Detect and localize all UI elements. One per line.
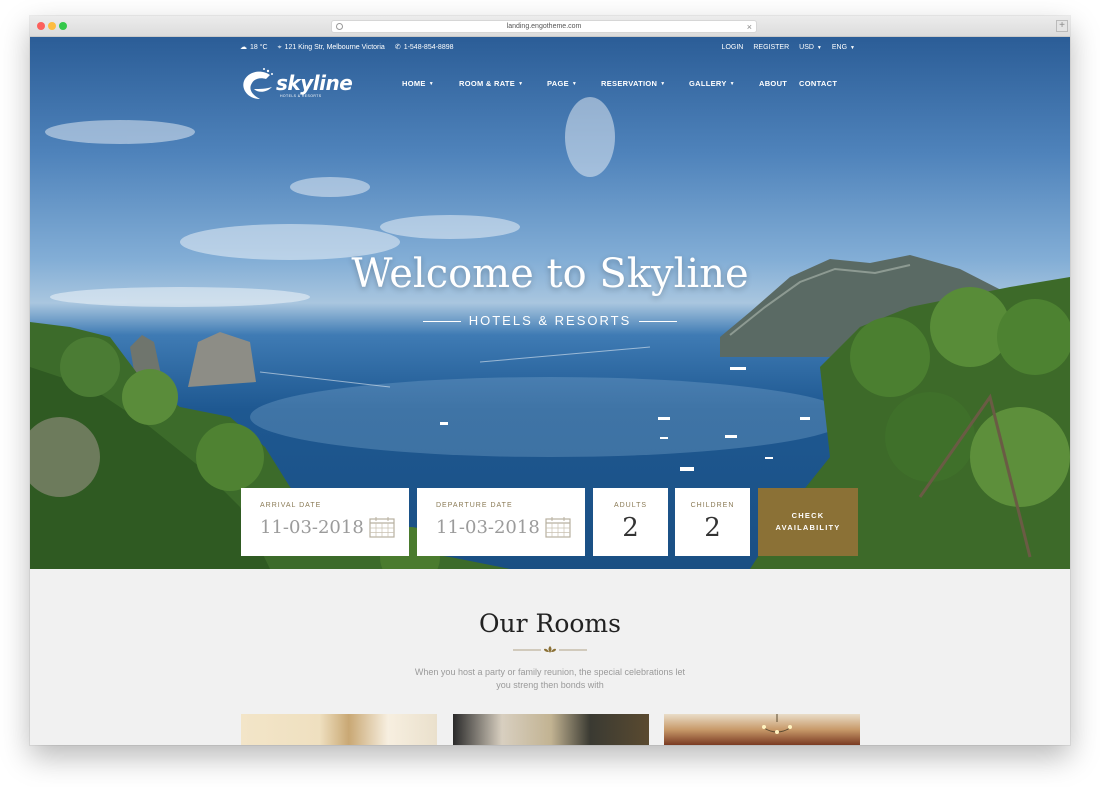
- divider-line: [422, 321, 461, 323]
- clear-url-icon[interactable]: ×: [747, 21, 752, 33]
- nav-about[interactable]: ABOUT: [759, 77, 799, 91]
- weather-info: ☁ 18 °C: [240, 41, 268, 55]
- login-link[interactable]: LOGIN: [722, 41, 744, 55]
- room-thumbnail[interactable]: [664, 714, 860, 745]
- top-info-bar: ☁ 18 °C ⌖ 121 King Str, Melbourne Victor…: [240, 41, 855, 55]
- our-rooms-section: Our Rooms When you host a party or famil…: [30, 569, 1070, 745]
- chevron-down-icon: ▼: [816, 45, 822, 51]
- room-thumbnail[interactable]: [453, 714, 649, 745]
- hero-subtitle: HOTELS & RESORTS: [30, 313, 1070, 328]
- nav-reservation-label: RESERVATION: [601, 79, 658, 88]
- nav-page-label: PAGE: [547, 79, 569, 88]
- main-nav: HOME ▼ ROOM & RATE ▼ PAGE ▼ RESERVATION ▼ GA…: [402, 77, 849, 91]
- adults-selector[interactable]: ADULTS 2: [593, 488, 668, 556]
- section-title: Our Rooms: [479, 609, 621, 638]
- brand-tagline: HOTELS & RESORTS: [280, 94, 322, 98]
- browser-toolbar: landing.engotheme.com × +: [30, 16, 1070, 37]
- hero-section: ☁ 18 °C ⌖ 121 King Str, Melbourne Victor…: [30, 37, 1070, 569]
- minimize-window-button[interactable]: [48, 22, 56, 30]
- skyline-logo-icon: [243, 68, 273, 99]
- room-thumbnail[interactable]: [241, 714, 437, 745]
- register-link[interactable]: REGISTER: [753, 41, 789, 55]
- new-tab-button[interactable]: +: [1056, 20, 1068, 32]
- departure-date-label: DEPARTURE DATE: [436, 502, 513, 509]
- location-pin-icon: ⌖: [277, 44, 282, 51]
- nav-contact[interactable]: CONTACT: [799, 77, 849, 91]
- section-description: When you host a party or family reunion,…: [400, 666, 700, 692]
- language-label: ENG: [831, 44, 848, 51]
- nav-page[interactable]: PAGE ▼: [547, 77, 601, 91]
- children-label: CHILDREN: [690, 502, 735, 509]
- nav-home[interactable]: HOME ▼: [402, 77, 459, 91]
- address-bar-url: landing.engotheme.com: [506, 23, 582, 30]
- fleur-ornament-icon: [513, 646, 587, 653]
- chevron-down-icon: ▼: [660, 81, 666, 87]
- section-description-line2: you streng then bonds with: [496, 680, 604, 690]
- browser-window: landing.engotheme.com × + ☁ 18 °C ⌖ 121 …: [30, 16, 1070, 745]
- chevron-down-icon: ▼: [571, 81, 578, 87]
- close-window-button[interactable]: [37, 22, 45, 30]
- hero-title: Welcome to Skyline: [351, 251, 749, 297]
- arrival-date-label: ARRIVAL DATE: [260, 502, 322, 509]
- nav-home-label: HOME: [402, 79, 426, 88]
- chevron-down-icon: ▼: [850, 45, 855, 51]
- adults-value: 2: [622, 513, 639, 543]
- brand-name: skyline: [276, 71, 353, 95]
- cloud-icon: ☁: [240, 44, 247, 51]
- phone-icon: ✆: [394, 44, 401, 51]
- phone-info[interactable]: ✆ 1-548-854-8898: [395, 41, 454, 55]
- nav-reservation[interactable]: RESERVATION ▼: [601, 77, 689, 91]
- address-bar[interactable]: landing.engotheme.com ×: [331, 20, 757, 33]
- check-availability-line1: CHECK: [791, 511, 825, 520]
- site-info-icon[interactable]: [336, 23, 343, 30]
- language-dropdown[interactable]: ENG ▼: [832, 41, 855, 55]
- nav-room-rate[interactable]: ROOM & RATE ▼: [459, 77, 547, 91]
- adults-label: ADULTS: [613, 502, 648, 509]
- address-text: 121 King Str, Melbourne Victoria: [284, 44, 385, 51]
- weather-text: 18 °C: [250, 44, 268, 51]
- chevron-down-icon: ▼: [428, 81, 434, 87]
- nav-room-rate-label: ROOM & RATE: [459, 79, 516, 88]
- section-description-line1: When you host a party or family reunion,…: [414, 667, 686, 677]
- calendar-icon[interactable]: [369, 516, 395, 538]
- site-logo[interactable]: skyline HOTELS & RESORTS: [240, 67, 353, 101]
- chevron-down-icon: ▼: [729, 81, 735, 87]
- nav-gallery-label: GALLERY: [689, 79, 727, 88]
- children-value: 2: [704, 513, 721, 543]
- chevron-down-icon: ▼: [518, 81, 524, 87]
- arrival-date-field[interactable]: ARRIVAL DATE 11-03-2018: [241, 488, 409, 556]
- address-info: ⌖ 121 King Str, Melbourne Victoria: [278, 41, 385, 55]
- departure-date-field[interactable]: DEPARTURE DATE 11-03-2018: [417, 488, 585, 556]
- arrival-date-value: 11-03-2018: [260, 517, 364, 538]
- departure-date-value: 11-03-2018: [436, 517, 540, 538]
- divider-line: [639, 321, 678, 323]
- currency-dropdown[interactable]: USD ▼: [799, 41, 822, 55]
- hero-subtitle-text: HOTELS & RESORTS: [468, 313, 632, 328]
- calendar-icon[interactable]: [545, 516, 571, 538]
- check-availability-button[interactable]: CHECK AVAILABILITY: [758, 488, 858, 556]
- maximize-window-button[interactable]: [59, 22, 67, 30]
- chandelier-icon: [762, 714, 792, 734]
- children-selector[interactable]: CHILDREN 2: [675, 488, 750, 556]
- check-availability-line2: AVAILABILITY: [775, 523, 841, 532]
- phone-text: 1-548-854-8898: [403, 44, 454, 51]
- currency-label: USD: [799, 44, 814, 51]
- nav-gallery[interactable]: GALLERY ▼: [689, 77, 759, 91]
